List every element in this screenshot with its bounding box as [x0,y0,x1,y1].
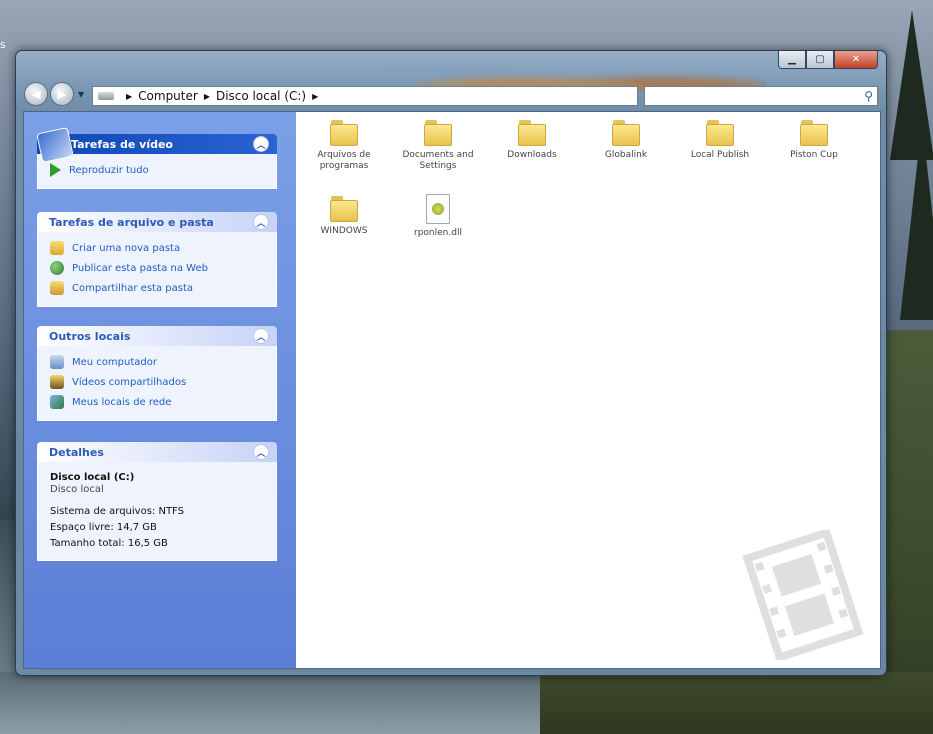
file-item[interactable]: WINDOWS [304,192,384,237]
panel-details-header[interactable]: Detalhes ︿ [37,442,277,462]
address-bar[interactable]: ▶ Computer ▶ Disco local (C:) ▶ [92,86,638,106]
panel-video-tasks-header[interactable]: Tarefas de vídeo ︿ [36,127,277,163]
file-label: WINDOWS [320,226,368,236]
detail-type: Disco local [50,484,104,495]
file-item[interactable]: Globalink [586,116,666,161]
panel-title: Tarefas de arquivo e pasta [49,215,214,229]
panel-details-body: Disco local (C:) Disco local Sistema de … [37,462,277,561]
folder-icon [612,120,640,146]
detail-total-size: Tamanho total: 16,5 GB [50,538,168,549]
panel-video-tasks-body: Reproduzir tudo [37,154,277,189]
play-icon [50,163,61,177]
chevron-up-icon[interactable]: ︿ [253,328,269,344]
file-label: Globalink [604,150,648,160]
file-label: Documents and Settings [402,150,474,171]
dll-file-icon [426,194,450,224]
shared-videos-icon [50,375,64,389]
panel-title: Tarefas de vídeo [71,137,173,151]
chevron-right-icon[interactable]: ▶ [126,92,132,101]
minimize-button[interactable]: ▁ [778,51,806,69]
navigation-buttons: ◀ ▶ ▼ [24,82,84,106]
share-folder-icon [50,281,64,295]
task-publish-web[interactable]: Publicar esta pasta na Web [50,258,266,278]
file-list: Arquivos de programas Documents and Sett… [296,112,880,668]
chevron-up-icon[interactable]: ︿ [253,444,269,460]
tree-decoration [900,120,933,320]
chevron-up-icon[interactable]: ︿ [253,214,269,230]
task-pane: Tarefas de vídeo ︿ Reproduzir tudo Taref… [24,112,296,668]
content-frame: Tarefas de vídeo ︿ Reproduzir tudo Taref… [23,111,881,669]
file-label: Piston Cup [790,150,838,160]
panel-video-tasks: Tarefas de vídeo ︿ Reproduzir tudo [36,127,277,189]
file-item[interactable]: Downloads [492,116,572,161]
task-label: Compartilhar esta pasta [72,282,193,294]
folder-icon [518,120,546,146]
file-label: Arquivos de programas [317,150,371,171]
folder-icon [424,120,452,146]
new-folder-icon [50,241,64,255]
place-my-computer[interactable]: Meu computador [50,352,266,372]
chevron-up-icon[interactable]: ︿ [253,136,269,152]
file-label: rponlen.dll [414,228,462,238]
place-label: Meu computador [72,356,157,368]
place-shared-videos[interactable]: Vídeos compartilhados [50,372,266,392]
file-item[interactable]: Piston Cup [774,116,854,161]
file-item[interactable]: Local Publish [680,116,760,161]
breadcrumb-computer[interactable]: Computer [138,89,198,103]
search-box[interactable]: ⚲ [644,86,878,106]
detail-filesystem: Sistema de arquivos: NTFS [50,506,184,517]
file-label: Local Publish [690,150,750,160]
desktop-edge-text: s [0,38,6,51]
panel-file-tasks-body: Criar uma nova pasta Publicar esta pasta… [37,232,277,307]
task-share-folder[interactable]: Compartilhar esta pasta [50,278,266,298]
breadcrumb-local-disk[interactable]: Disco local (C:) [216,89,306,103]
task-label: Publicar esta pasta na Web [72,262,208,274]
file-label: Downloads [507,150,557,160]
place-network[interactable]: Meus locais de rede [50,392,266,412]
explorer-window: ▁ ▢ ✕ ◀ ▶ ▼ ▶ Computer ▶ Disco local (C:… [15,50,887,676]
film-watermark-icon [742,530,864,660]
panel-file-tasks: Tarefas de arquivo e pasta ︿ Criar uma n… [37,212,277,307]
caption-buttons: ▁ ▢ ✕ [778,51,878,69]
detail-free-space: Espaço livre: 14,7 GB [50,522,157,533]
panel-details: Detalhes ︿ Disco local (C:) Disco local … [37,442,277,561]
file-item[interactable]: Arquivos de programas [304,116,384,172]
task-new-folder[interactable]: Criar uma nova pasta [50,238,266,258]
panel-file-tasks-header[interactable]: Tarefas de arquivo e pasta ︿ [37,212,277,232]
chevron-right-icon[interactable]: ▶ [312,92,318,101]
computer-icon [50,355,64,369]
folder-icon [330,120,358,146]
task-play-all[interactable]: Reproduzir tudo [50,160,266,180]
search-icon[interactable]: ⚲ [864,89,873,103]
panel-other-places-body: Meu computador Vídeos compartilhados Meu… [37,346,277,421]
maximize-button[interactable]: ▢ [806,51,834,69]
folder-icon [706,120,734,146]
panel-other-places-header[interactable]: Outros locais ︿ [37,326,277,346]
drive-icon [98,92,114,100]
panel-title: Detalhes [49,445,104,459]
file-item[interactable]: Documents and Settings [398,116,478,172]
place-label: Vídeos compartilhados [72,376,187,388]
folder-icon [800,120,828,146]
folder-icon [330,196,358,222]
place-label: Meus locais de rede [72,396,172,408]
file-item[interactable]: rponlen.dll [398,192,478,239]
task-label: Reproduzir tudo [69,164,149,176]
close-button[interactable]: ✕ [834,51,878,69]
forward-button[interactable]: ▶ [50,82,74,106]
web-publish-icon [50,261,64,275]
panel-title: Outros locais [49,329,131,343]
chevron-right-icon[interactable]: ▶ [204,92,210,101]
network-icon [50,395,64,409]
recent-pages-dropdown-icon[interactable]: ▼ [78,90,84,99]
task-label: Criar uma nova pasta [72,242,181,254]
panel-other-places: Outros locais ︿ Meu computador Vídeos co… [37,326,277,421]
back-button[interactable]: ◀ [24,82,48,106]
